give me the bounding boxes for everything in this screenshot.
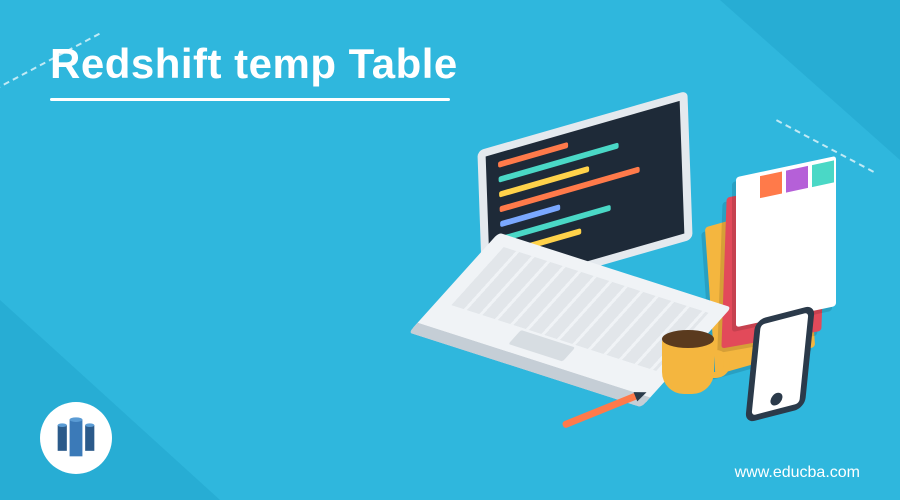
page-title: Redshift temp Table [50,40,458,88]
redshift-logo-icon [40,402,112,474]
title-underline [50,98,450,101]
book-icon [736,156,836,327]
sticky-note-icon [812,160,834,187]
illustration-scene [400,90,860,450]
site-url: www.educba.com [735,464,860,482]
banner-graphic: Redshift temp Table [0,0,900,500]
mug-handle [708,350,730,378]
accent-shape-bottom [0,300,220,500]
sticky-note-icon [760,171,782,198]
pen-icon [562,392,639,428]
coffee-mug-icon [662,338,730,402]
sticky-note-icon [786,166,808,193]
database-cluster-icon [54,416,98,460]
mug-coffee [662,330,714,348]
